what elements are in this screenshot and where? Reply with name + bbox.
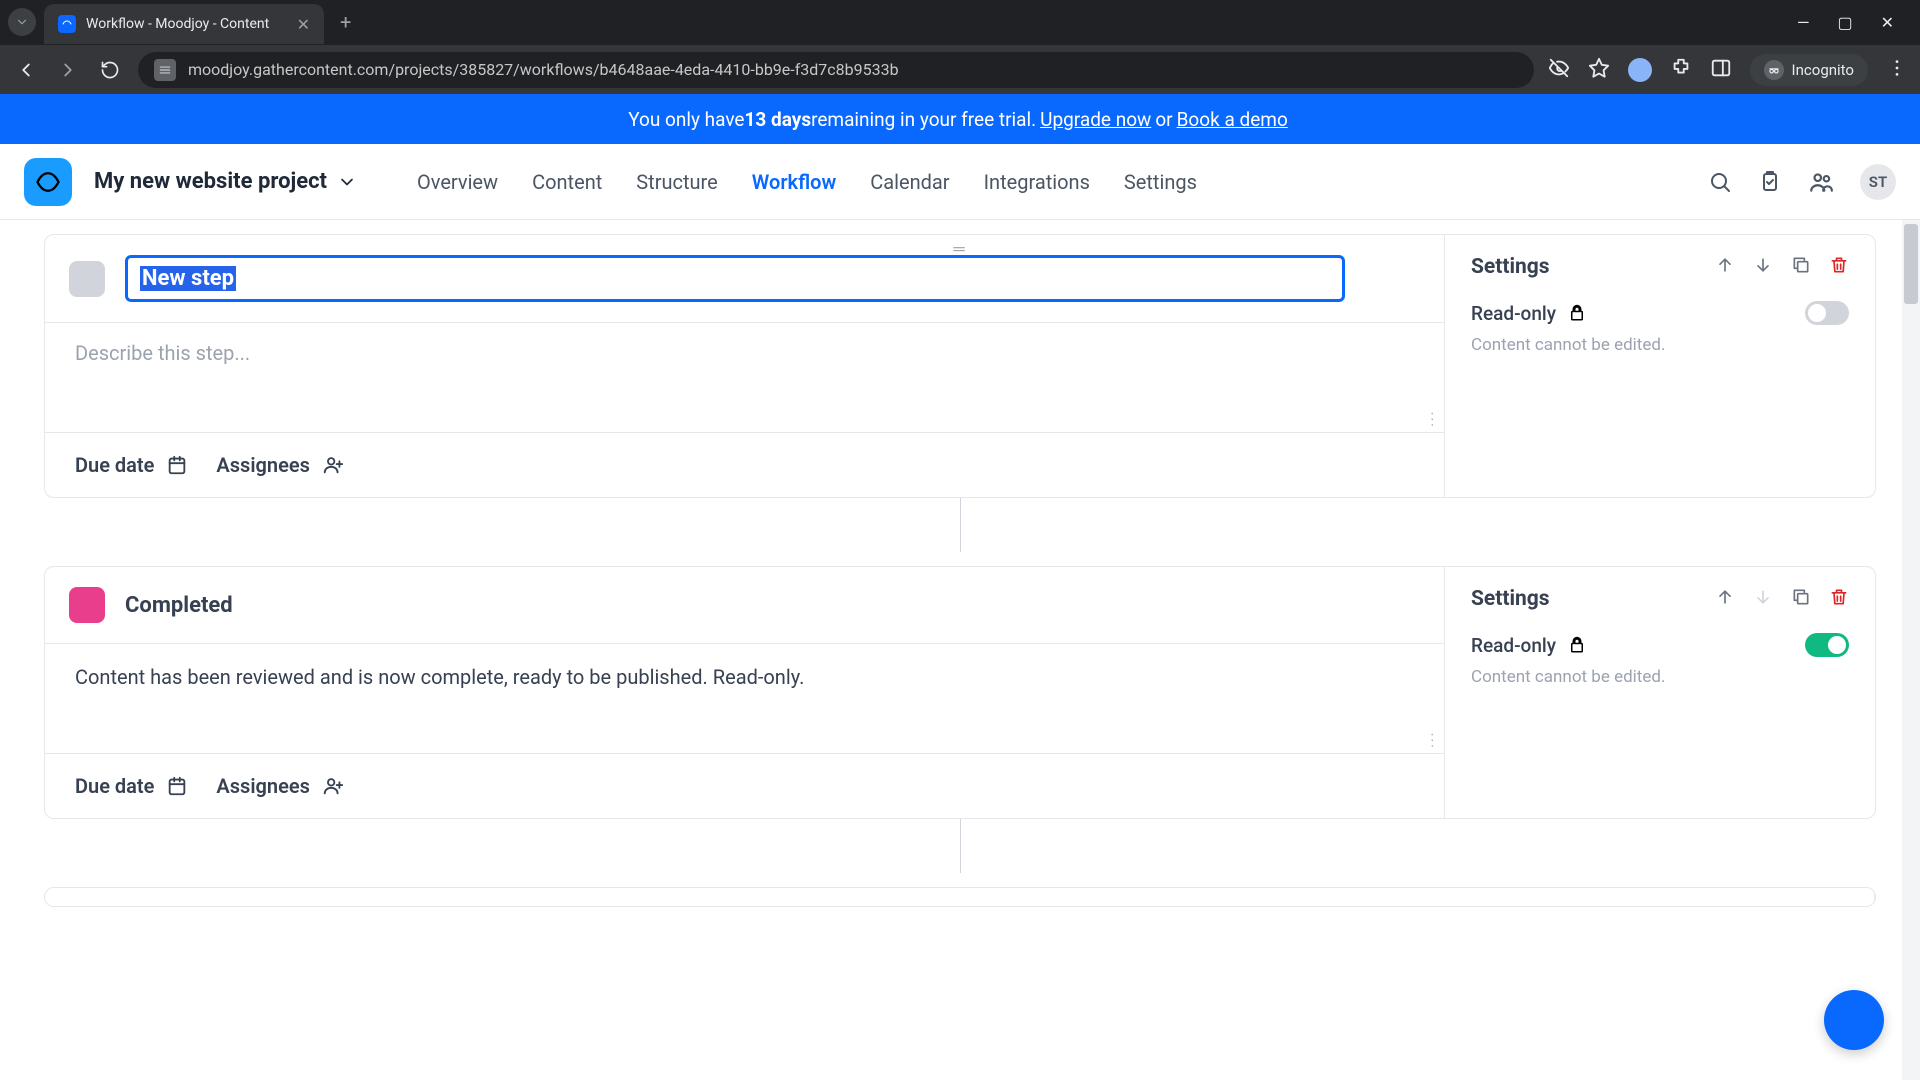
- upgrade-link[interactable]: Upgrade now: [1040, 108, 1151, 131]
- lock-icon: [1568, 636, 1586, 654]
- readonly-hint: Content cannot be edited.: [1471, 667, 1849, 687]
- new-tab-button[interactable]: +: [332, 10, 359, 34]
- readonly-toggle[interactable]: [1805, 301, 1849, 325]
- nav-structure[interactable]: Structure: [636, 170, 717, 194]
- workflow-step-card: Completed Content has been reviewed and …: [44, 566, 1876, 819]
- add-step-divider[interactable]: [44, 498, 1876, 552]
- readonly-label: Read-only: [1471, 634, 1556, 657]
- workflow-content: ═ New step Describe this step... ⋰ Due d…: [0, 220, 1920, 1080]
- forward-button[interactable]: [54, 59, 82, 81]
- duplicate-button[interactable]: [1791, 587, 1811, 611]
- nav-settings[interactable]: Settings: [1124, 170, 1197, 194]
- settings-title: Settings: [1471, 587, 1701, 611]
- close-tab-button[interactable]: ✕: [297, 15, 310, 34]
- nav-overview[interactable]: Overview: [417, 170, 498, 194]
- tab-bar: Workflow - Moodjoy - Content ✕ + — ▢ ✕: [0, 0, 1920, 44]
- resize-handle-icon[interactable]: ⋰: [1423, 731, 1441, 749]
- main-nav: Overview Content Structure Workflow Cale…: [417, 170, 1197, 194]
- move-up-button[interactable]: [1715, 255, 1735, 279]
- chat-fab[interactable]: [1824, 990, 1884, 1050]
- trial-banner: You only have 13 days remaining in your …: [0, 94, 1920, 144]
- due-date-button[interactable]: Due date: [75, 774, 188, 798]
- profile-icon[interactable]: [1628, 58, 1652, 82]
- step-title-input[interactable]: New step: [125, 255, 1345, 302]
- delete-button[interactable]: [1829, 587, 1849, 611]
- sidepanel-icon[interactable]: [1710, 57, 1732, 83]
- url-field[interactable]: moodjoy.gathercontent.com/projects/38582…: [138, 52, 1534, 88]
- project-switcher[interactable]: My new website project: [94, 169, 357, 194]
- url-text: moodjoy.gathercontent.com/projects/38582…: [188, 60, 899, 79]
- book-demo-link[interactable]: Book a demo: [1177, 108, 1288, 131]
- move-down-button[interactable]: [1753, 255, 1773, 279]
- app-header: My new website project Overview Content …: [0, 144, 1920, 220]
- nav-integrations[interactable]: Integrations: [984, 170, 1090, 194]
- duplicate-button[interactable]: [1791, 255, 1811, 279]
- move-down-button: [1753, 587, 1773, 611]
- clipboard-icon[interactable]: [1758, 170, 1782, 194]
- readonly-label: Read-only: [1471, 302, 1556, 325]
- address-bar: moodjoy.gathercontent.com/projects/38582…: [0, 44, 1920, 94]
- reload-button[interactable]: [96, 60, 124, 80]
- people-icon[interactable]: [1808, 169, 1834, 195]
- move-up-button[interactable]: [1715, 587, 1735, 611]
- app-logo[interactable]: [24, 158, 72, 206]
- assignees-button[interactable]: Assignees: [216, 774, 343, 798]
- trial-days: 13 days: [745, 108, 812, 131]
- step-settings-panel: Settings Read-only Content cannot be edi…: [1445, 235, 1875, 497]
- minimize-button[interactable]: —: [1797, 13, 1810, 32]
- step-color-chip[interactable]: [69, 261, 105, 297]
- window-controls: — ▢ ✕: [1797, 13, 1912, 32]
- add-step-divider[interactable]: [44, 819, 1876, 873]
- nav-workflow[interactable]: Workflow: [752, 170, 836, 194]
- readonly-toggle[interactable]: [1805, 633, 1849, 657]
- drag-handle-icon[interactable]: ═: [953, 239, 966, 259]
- add-person-icon: [322, 454, 344, 476]
- eye-off-icon[interactable]: [1548, 57, 1570, 83]
- project-name: My new website project: [94, 169, 327, 194]
- favicon-icon: [58, 15, 76, 33]
- scrollbar[interactable]: [1902, 220, 1920, 1080]
- assignees-button[interactable]: Assignees: [216, 453, 343, 477]
- back-button[interactable]: [12, 59, 40, 81]
- step-color-chip[interactable]: [69, 587, 105, 623]
- scrollbar-thumb[interactable]: [1904, 224, 1918, 304]
- incognito-badge[interactable]: Incognito: [1750, 54, 1868, 86]
- extensions-icon[interactable]: [1670, 57, 1692, 83]
- browser-menu-button[interactable]: [1886, 57, 1908, 83]
- lock-icon: [1568, 304, 1586, 322]
- browser-tab[interactable]: Workflow - Moodjoy - Content ✕: [44, 4, 324, 44]
- workflow-step-card: ═ New step Describe this step... ⋰ Due d…: [44, 234, 1876, 498]
- search-button[interactable]: [1708, 170, 1732, 194]
- step-title[interactable]: Completed: [125, 593, 233, 618]
- calendar-icon: [166, 775, 188, 797]
- incognito-icon: [1764, 60, 1784, 80]
- nav-content[interactable]: Content: [532, 170, 602, 194]
- chevron-down-icon: [337, 172, 357, 192]
- tab-title: Workflow - Moodjoy - Content: [86, 16, 287, 32]
- workflow-step-card: [44, 887, 1876, 907]
- bookmark-icon[interactable]: [1588, 57, 1610, 83]
- step-description-input[interactable]: Describe this step... ⋰: [45, 322, 1444, 432]
- due-date-button[interactable]: Due date: [75, 453, 188, 477]
- tabs-dropdown-button[interactable]: [8, 8, 36, 36]
- site-info-icon[interactable]: [154, 59, 176, 81]
- readonly-hint: Content cannot be edited.: [1471, 335, 1849, 355]
- step-description-input[interactable]: Content has been reviewed and is now com…: [45, 643, 1444, 753]
- browser-chrome: Workflow - Moodjoy - Content ✕ + — ▢ ✕ m…: [0, 0, 1920, 94]
- maximize-button[interactable]: ▢: [1837, 13, 1852, 32]
- calendar-icon: [166, 454, 188, 476]
- settings-title: Settings: [1471, 255, 1701, 279]
- close-window-button[interactable]: ✕: [1881, 13, 1894, 32]
- add-person-icon: [322, 775, 344, 797]
- user-avatar[interactable]: ST: [1860, 164, 1896, 200]
- delete-button[interactable]: [1829, 255, 1849, 279]
- nav-calendar[interactable]: Calendar: [870, 170, 949, 194]
- step-settings-panel: Settings Read-only Content cannot be edi…: [1445, 567, 1875, 818]
- resize-handle-icon[interactable]: ⋰: [1423, 410, 1441, 428]
